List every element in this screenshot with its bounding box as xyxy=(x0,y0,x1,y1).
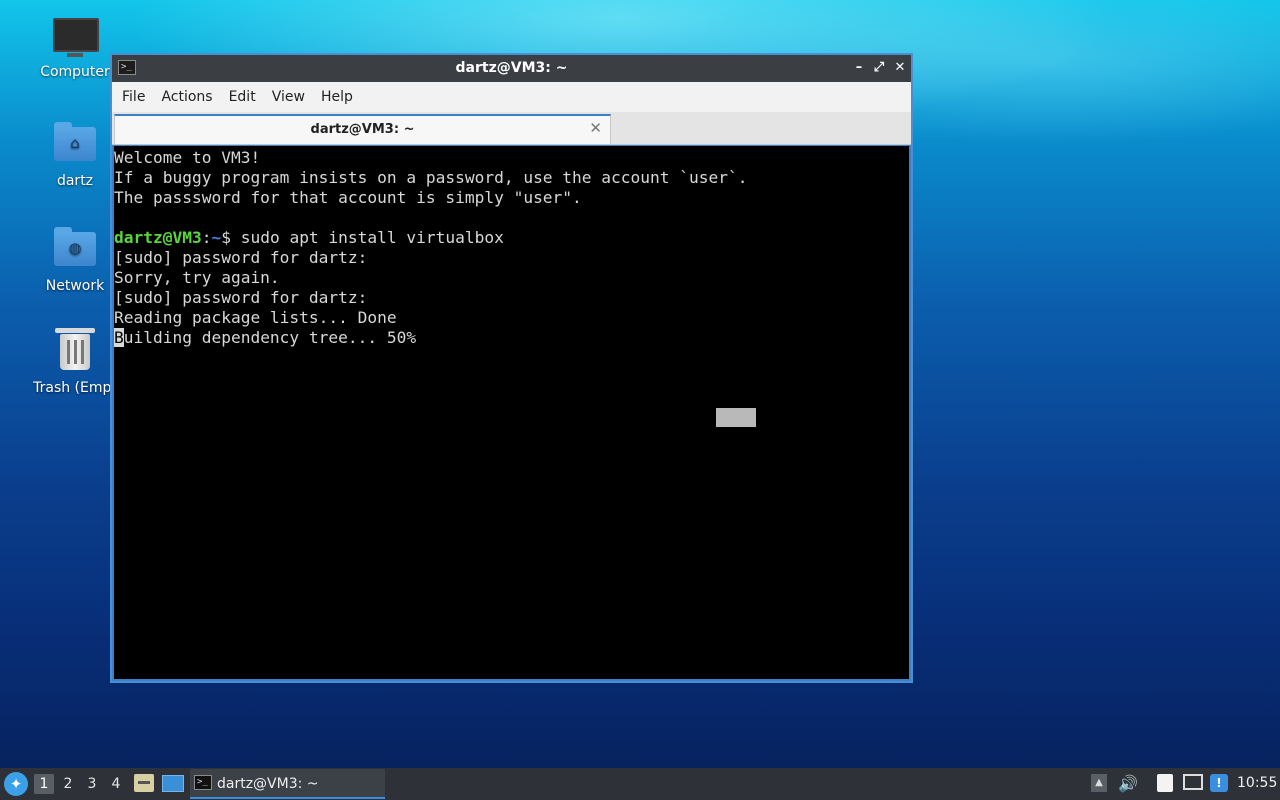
menu-view[interactable]: View xyxy=(264,82,313,112)
tray-expand-icon[interactable]: ▲ xyxy=(1091,774,1107,792)
workspace-2[interactable]: 2 xyxy=(58,774,78,794)
minimize-button[interactable]: – xyxy=(849,58,869,78)
terminal-icon: >_ xyxy=(194,775,212,790)
window-titlebar[interactable]: >_ dartz@VM3: ~ – ⤢ ✕ xyxy=(112,55,911,82)
update-icon[interactable]: ! xyxy=(1210,774,1228,792)
terminal-line: [sudo] password for dartz: xyxy=(114,288,368,307)
network-folder-icon: ◍ xyxy=(53,227,97,272)
prompt-path: ~ xyxy=(211,228,222,247)
menu-actions[interactable]: Actions xyxy=(153,82,220,112)
tab-terminal[interactable]: dartz@VM3: ~ ✕ xyxy=(114,114,611,144)
terminal-line: The passsword for that account is simply… xyxy=(114,188,582,207)
taskbar: ✦ 1 2 3 4 >_ dartz@VM3: ~ ▲ 🔊 ! 10:55 xyxy=(0,768,1280,800)
close-button[interactable]: ✕ xyxy=(890,58,910,78)
terminal-text: Welcome to VM3! If a buggy program insis… xyxy=(114,146,909,348)
trash-icon xyxy=(53,328,97,374)
menu-bar: File Actions Edit View Help xyxy=(112,82,911,112)
home-folder-icon: ⌂ xyxy=(53,122,97,167)
workspace-3[interactable]: 3 xyxy=(82,774,102,794)
window-title: dartz@VM3: ~ xyxy=(455,60,568,76)
prompt-user-host: dartz@VM3 xyxy=(114,228,202,247)
volume-icon[interactable]: 🔊 xyxy=(1118,774,1138,794)
taskbar-task-label: dartz@VM3: ~ xyxy=(217,776,319,792)
terminal-line: uilding dependency tree... 50% xyxy=(123,328,417,347)
tab-label: dartz@VM3: ~ xyxy=(310,122,415,137)
menu-edit[interactable]: Edit xyxy=(221,82,264,112)
network-icon[interactable] xyxy=(1183,774,1203,790)
computer-icon xyxy=(53,18,99,58)
terminal-line: If a buggy program insists on a password… xyxy=(114,168,748,187)
terminal-line: [sudo] password for dartz: xyxy=(114,248,368,267)
terminal-output[interactable]: Welcome to VM3! If a buggy program insis… xyxy=(114,146,909,679)
maximize-button[interactable]: ⤢ xyxy=(869,58,889,78)
terminal-window: >_ dartz@VM3: ~ – ⤢ ✕ File Actions Edit Vie… xyxy=(110,53,913,683)
floating-rectangle xyxy=(716,408,756,427)
menu-help[interactable]: Help xyxy=(313,82,361,112)
taskbar-task-terminal[interactable]: >_ dartz@VM3: ~ xyxy=(190,769,385,799)
start-menu-icon[interactable]: ✦ xyxy=(4,772,28,796)
terminal-line: Reading package lists... Done xyxy=(114,308,397,327)
prompt-command: sudo apt install virtualbox xyxy=(230,228,504,247)
terminal-line: Welcome to VM3! xyxy=(114,148,261,167)
workspace-4[interactable]: 4 xyxy=(106,774,126,794)
show-desktop-icon[interactable] xyxy=(162,775,184,792)
terminal-line: Sorry, try again. xyxy=(114,268,280,287)
menu-file[interactable]: File xyxy=(114,82,153,112)
file-manager-icon[interactable] xyxy=(134,774,154,792)
prompt-symbol: $ xyxy=(221,228,231,247)
terminal-cursor: B xyxy=(114,328,124,347)
tab-bar: dartz@VM3: ~ ✕ xyxy=(112,112,911,145)
prompt-separator: : xyxy=(201,228,212,247)
clock[interactable]: 10:55 xyxy=(1237,775,1277,791)
clipboard-icon[interactable] xyxy=(1157,774,1173,792)
tab-close-icon[interactable]: ✕ xyxy=(589,119,602,137)
workspace-1[interactable]: 1 xyxy=(34,774,54,794)
